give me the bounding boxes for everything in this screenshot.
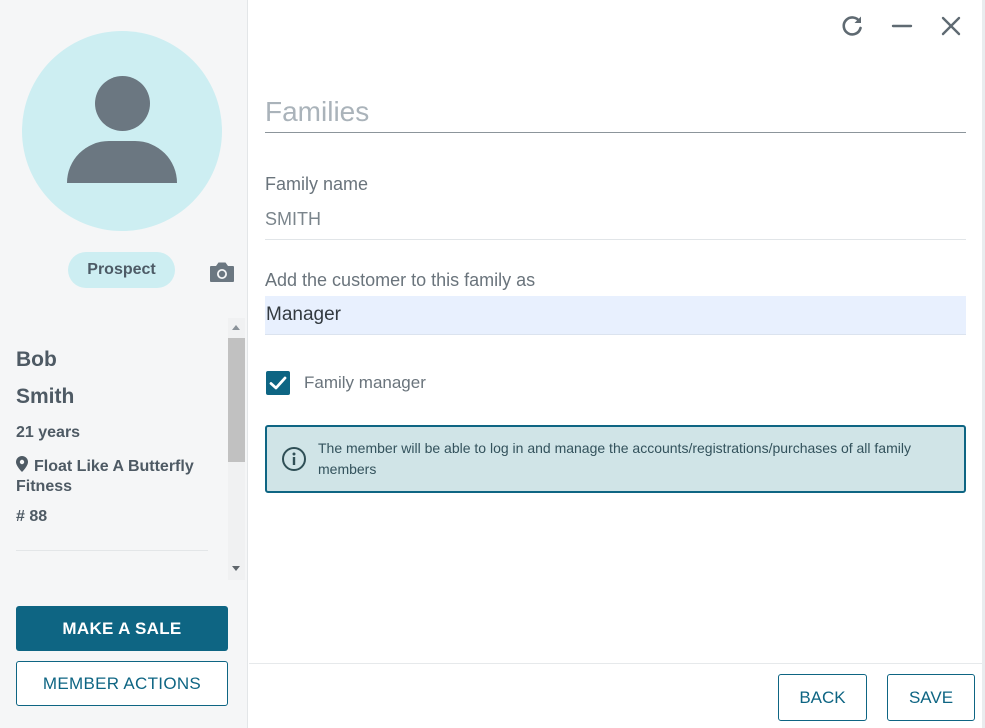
- title-divider: [265, 132, 966, 133]
- scroll-down-icon[interactable]: [232, 566, 240, 571]
- sidebar-scrollbar[interactable]: [228, 318, 245, 580]
- minimize-icon[interactable]: [888, 12, 916, 40]
- member-age: 21 years: [16, 424, 81, 441]
- avatar-body: [67, 141, 177, 183]
- checkmark-icon: [269, 376, 287, 390]
- member-family-dialog: Prospect Bob Smith 21 years Float Like A…: [0, 0, 985, 728]
- member-number: # 88: [16, 508, 48, 525]
- member-last-name: Smith: [16, 385, 75, 408]
- member-actions-button[interactable]: MEMBER ACTIONS: [16, 661, 228, 706]
- member-sidebar: Prospect Bob Smith 21 years Float Like A…: [0, 0, 248, 728]
- status-badge: Prospect: [68, 252, 175, 288]
- info-icon: [281, 446, 307, 472]
- page-title: Families: [265, 96, 370, 127]
- info-alert: The member will be able to log in and ma…: [265, 425, 966, 493]
- member-location: Float Like A Butterfly Fitness: [16, 456, 206, 497]
- family-name-underline: [265, 239, 966, 240]
- save-button[interactable]: SAVE: [887, 674, 975, 721]
- member-first-name: Bob: [16, 348, 57, 371]
- location-pin-icon: [16, 456, 30, 472]
- refresh-icon[interactable]: [838, 12, 866, 40]
- info-alert-text: The member will be able to log in and ma…: [318, 440, 911, 477]
- scroll-up-icon[interactable]: [232, 325, 240, 330]
- avatar: [22, 31, 222, 231]
- divider: [16, 550, 208, 551]
- scrollbar-thumb[interactable]: [228, 338, 245, 462]
- camera-icon[interactable]: [208, 259, 236, 285]
- family-role-label: Add the customer to this family as: [265, 270, 536, 290]
- family-role-select[interactable]: Manager: [265, 296, 966, 335]
- family-manager-checkbox[interactable]: [266, 371, 290, 395]
- make-sale-button[interactable]: MAKE A SALE: [16, 606, 228, 651]
- back-button[interactable]: BACK: [778, 674, 867, 721]
- close-icon[interactable]: [937, 12, 965, 40]
- family-name-field[interactable]: SMITH: [265, 209, 321, 230]
- family-name-label: Family name: [265, 174, 369, 194]
- member-info-panel: Bob Smith 21 years Float Like A Butterfl…: [0, 318, 248, 580]
- avatar-head: [95, 76, 150, 131]
- footer-divider: [249, 663, 982, 664]
- family-manager-label[interactable]: Family manager: [304, 373, 426, 393]
- member-location-text: Float Like A Butterfly Fitness: [16, 458, 194, 495]
- families-panel: Families Family name SMITH Add the custo…: [249, 0, 985, 728]
